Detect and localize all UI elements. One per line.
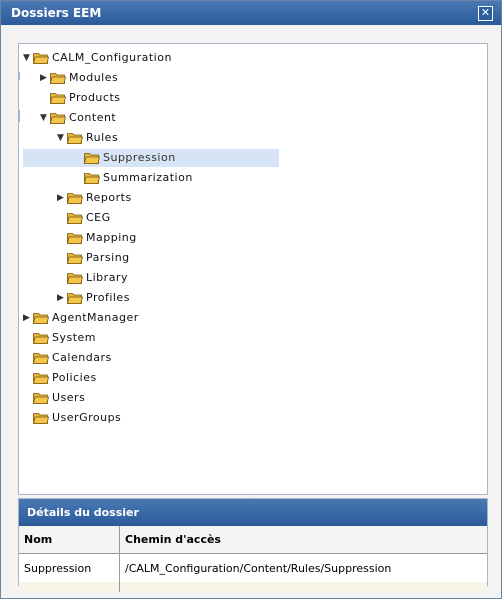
folder-icon [32, 52, 50, 64]
tree-node-label: Rules [86, 131, 119, 144]
table-filler-row [19, 582, 487, 592]
folder-icon [66, 252, 84, 264]
folders-dialog: Dossiers EEM ✕ ▼ CALM_Configuration ▶ Modul… [0, 0, 502, 599]
tree-node[interactable]: Users [23, 389, 85, 407]
expand-arrow-right-icon[interactable]: ▶ [40, 69, 50, 87]
tree-node-label: Mapping [86, 231, 137, 244]
tree-node-label: Content [69, 111, 117, 124]
expand-arrow-down-icon[interactable]: ▼ [40, 109, 50, 127]
tree-node-label: Summarization [103, 171, 193, 184]
folder-icon [32, 312, 50, 324]
tree-node[interactable]: Suppression [23, 149, 279, 167]
expand-arrow-right-icon[interactable]: ▶ [57, 289, 67, 307]
folder-icon [49, 72, 67, 84]
folder-icon [66, 272, 84, 284]
tree-node-label: System [52, 331, 97, 344]
details-header: Détails du dossier [19, 499, 487, 526]
tree-node-label: Policies [52, 371, 97, 384]
tree-node[interactable]: Policies [23, 369, 97, 387]
tree-node[interactable]: ▼ Content [40, 109, 116, 127]
tree-node[interactable]: Products [40, 89, 121, 107]
folder-icon [83, 172, 101, 184]
folder-icon [66, 232, 84, 244]
tree-node[interactable]: ▶ AgentManager [23, 309, 139, 327]
expand-arrow-down-icon[interactable]: ▼ [23, 49, 33, 67]
expand-arrow-right-icon[interactable]: ▶ [23, 309, 33, 327]
folder-icon [66, 192, 84, 204]
folder-icon [83, 152, 101, 164]
dialog-titlebar[interactable]: Dossiers EEM ✕ [1, 1, 501, 25]
tree-node-label: Reports [86, 191, 132, 204]
details-table: Nom Chemin d'accès Suppression /CALM_Con… [19, 526, 487, 592]
tree-node[interactable]: ▼ CALM_Configuration [23, 49, 172, 67]
tree-node-label: Parsing [86, 251, 130, 264]
tree-node[interactable]: Mapping [57, 229, 137, 247]
expand-arrow-down-icon[interactable]: ▼ [57, 129, 67, 147]
column-header-name[interactable]: Nom [19, 526, 120, 554]
column-header-path[interactable]: Chemin d'accès [119, 526, 487, 554]
dialog-title: Dossiers EEM [11, 6, 102, 20]
tree-node-label: Profiles [86, 291, 130, 304]
tree-node[interactable]: Calendars [23, 349, 112, 367]
close-icon[interactable]: ✕ [478, 6, 493, 21]
tree-node-label: Library [86, 271, 128, 284]
tree-node[interactable]: ▶ Modules [40, 69, 118, 87]
folder-icon [66, 132, 84, 144]
tree-node-label: Suppression [103, 151, 176, 164]
tree-node-label: Users [52, 391, 86, 404]
folder-icon [32, 412, 50, 424]
tree-node[interactable]: Library [57, 269, 128, 287]
cell-name: Suppression [19, 553, 120, 582]
folder-details-panel: Détails du dossier Nom Chemin d'accès Su… [18, 498, 488, 592]
cell-path: /CALM_Configuration/Content/Rules/Suppre… [125, 561, 392, 575]
tree-node[interactable]: CEG [57, 209, 111, 227]
tree-node[interactable]: UserGroups [23, 409, 121, 427]
folder-icon [32, 352, 50, 364]
tree-node[interactable]: Parsing [57, 249, 130, 267]
tree-node[interactable]: Summarization [74, 169, 193, 187]
tree-node-label: Products [69, 91, 121, 104]
tree-edge-mark [19, 72, 20, 80]
expand-arrow-right-icon[interactable]: ▶ [57, 189, 67, 207]
table-row[interactable]: Suppression /CALM_Configuration/Content/… [19, 553, 487, 582]
tree-node-label: CEG [86, 211, 111, 224]
folder-tree[interactable]: ▼ CALM_Configuration ▶ Modules Products ▼ Cont… [18, 43, 488, 495]
tree-node[interactable]: System [23, 329, 96, 347]
folder-icon [49, 92, 67, 104]
tree-node-label: UserGroups [52, 411, 122, 424]
tree-node-label: CALM_Configuration [52, 51, 172, 64]
tree-node-label: Modules [69, 71, 119, 84]
details-header-row: Nom Chemin d'accès [19, 526, 487, 554]
folder-icon [66, 292, 84, 304]
folder-icon [32, 372, 50, 384]
tree-edge-mark [19, 110, 20, 122]
folder-icon [49, 112, 67, 124]
tree-node[interactable]: ▶ Profiles [57, 289, 130, 307]
folder-icon [32, 332, 50, 344]
tree-node-label: Calendars [52, 351, 112, 364]
tree-node[interactable]: ▼ Rules [57, 129, 118, 147]
tree-node-label: AgentManager [52, 311, 139, 324]
tree-node[interactable]: ▶ Reports [57, 189, 132, 207]
folder-icon [32, 392, 50, 404]
folder-icon [66, 212, 84, 224]
